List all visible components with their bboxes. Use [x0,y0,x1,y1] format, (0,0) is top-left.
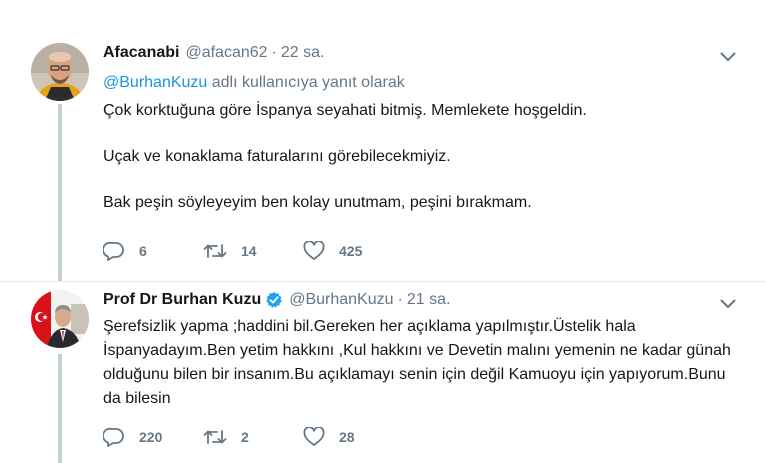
tweet-text: Şerefsizlik yapma ;haddini bil.Gereken h… [103,315,736,411]
tweet-header: Afacanabi @afacan62 · 22 sa. [103,43,736,63]
retweet-count: 2 [241,429,249,445]
timestamp[interactable]: 22 sa. [281,44,325,62]
tweet-text: Çok korktuğuna göre İspanya seyahati bit… [103,99,736,215]
handle[interactable]: @BurhanKuzu [289,291,393,309]
retweet-button[interactable]: 2 [203,428,303,446]
display-name[interactable]: Afacanabi [103,44,179,62]
thread-line [58,104,62,281]
handle[interactable]: @afacan62 [185,44,267,62]
like-icon [303,427,325,447]
retweet-icon [203,242,227,260]
tweet-paragraph: Bak peşin söyleyeyim ben kolay unutmam, … [103,194,532,211]
reply-count: 220 [139,429,163,445]
retweet-count: 14 [241,243,257,259]
reply-context: @BurhanKuzu adlı kullanıcıya yanıt olara… [103,74,736,92]
reply-icon [103,241,125,261]
tweet-paragraph: Şerefsizlik yapma ;haddini bil.Gereken h… [103,318,731,407]
avatar[interactable] [31,290,89,348]
tweet-afacanabi[interactable]: Afacanabi @afacan62 · 22 sa. @BurhanKuzu… [0,0,766,282]
reply-mention-link[interactable]: @BurhanKuzu [103,74,207,91]
like-button[interactable]: 28 [303,427,355,447]
reply-icon [103,427,125,447]
tweet-header: Prof Dr Burhan Kuzu @BurhanKuzu · 21 sa. [103,290,736,310]
separator-dot: · [397,291,403,308]
reply-count: 6 [139,243,147,259]
tweet-paragraph: Uçak ve konaklama faturalarını görebilec… [103,148,451,165]
tweet-burhan-kuzu[interactable]: Prof Dr Burhan Kuzu @BurhanKuzu · 21 sa.… [0,282,766,463]
like-count: 425 [339,243,363,259]
thread-line [58,354,62,463]
like-icon [303,241,325,261]
reply-button[interactable]: 220 [103,427,203,447]
like-count: 28 [339,429,355,445]
separator-dot: · [271,44,277,61]
caret-down-icon[interactable] [720,49,736,61]
tweet-paragraph: Çok korktuğuna göre İspanya seyahati bit… [103,102,587,119]
tweet-actions: 6 14 425 [103,241,362,261]
reply-button[interactable]: 6 [103,241,203,261]
verified-badge-icon [265,291,283,309]
retweet-button[interactable]: 14 [203,242,303,260]
retweet-icon [203,428,227,446]
display-name[interactable]: Prof Dr Burhan Kuzu [103,291,261,309]
caret-down-icon[interactable] [720,296,736,308]
tweet-actions: 220 2 28 [103,427,355,447]
timestamp[interactable]: 21 sa. [407,291,451,309]
avatar[interactable] [31,43,89,101]
reply-context-text: adlı kullanıcıya yanıt olarak [207,74,405,91]
like-button[interactable]: 425 [303,241,362,261]
